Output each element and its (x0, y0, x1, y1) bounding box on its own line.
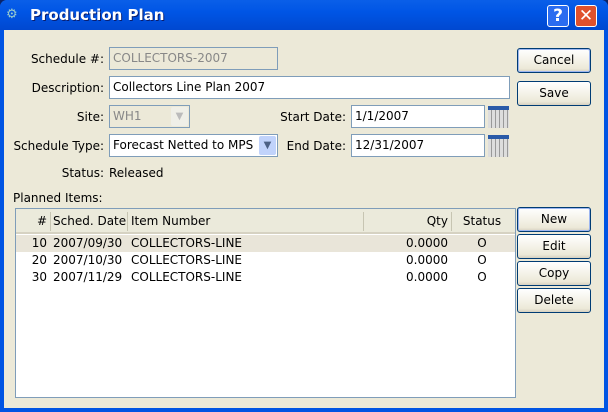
table-header: # Sched. Date Item Number Qty Status (16, 209, 515, 234)
cell-item: COLLECTORS-LINE (131, 270, 242, 284)
calendar-icon[interactable] (488, 106, 509, 128)
cell-qty: 0.0000 (406, 236, 448, 250)
cell-num: 10 (31, 236, 47, 250)
copy-button[interactable]: Copy (517, 261, 591, 286)
cell-num: 20 (31, 253, 47, 267)
site-combo[interactable]: WH1 ▼ (109, 105, 190, 128)
start-date-label: Start Date: (280, 110, 346, 124)
edit-button[interactable]: Edit (517, 234, 591, 259)
site-value: WH1 (113, 109, 142, 123)
site-label: Site: (76, 110, 104, 124)
cell-item: COLLECTORS-LINE (131, 236, 242, 250)
start-date-field[interactable]: 1/1/2007 (351, 105, 485, 128)
description-label: Description: (31, 81, 104, 95)
cell-date: 2007/11/29 (53, 270, 123, 284)
column-header-number[interactable]: # (16, 214, 47, 228)
cell-num: 30 (31, 270, 47, 284)
schedule-type-label: Schedule Type: (13, 139, 104, 153)
window: ⚙ Production Plan ? ✕ Schedule #: COLLEC… (0, 0, 608, 412)
cell-qty: 0.0000 (406, 270, 448, 284)
chevron-down-icon[interactable]: ▼ (171, 107, 188, 126)
dialog-body: Schedule #: COLLECTORS-2007 Description:… (4, 30, 604, 408)
help-button[interactable]: ? (547, 5, 569, 27)
calendar-icon[interactable] (488, 135, 509, 157)
cell-status: O (477, 270, 487, 284)
window-title: Production Plan (30, 6, 165, 24)
column-header-qty[interactable]: Qty (366, 214, 448, 228)
save-button[interactable]: Save (517, 81, 591, 106)
planned-items-label: Planned Items: (13, 191, 103, 205)
column-header-date[interactable]: Sched. Date (53, 214, 126, 228)
planned-items-table[interactable]: # Sched. Date Item Number Qty Status 10 2… (15, 208, 516, 398)
cell-qty: 0.0000 (406, 253, 448, 267)
new-button[interactable]: New (517, 207, 591, 232)
column-header-status[interactable]: Status (452, 214, 512, 228)
close-button[interactable]: ✕ (575, 5, 597, 27)
cancel-button[interactable]: Cancel (517, 48, 591, 73)
schedule-number-field[interactable]: COLLECTORS-2007 (109, 47, 278, 70)
end-date-field[interactable]: 12/31/2007 (351, 134, 485, 157)
end-date-label: End Date: (286, 139, 346, 153)
status-value: Released (109, 166, 164, 180)
table-row[interactable]: 30 2007/11/29 COLLECTORS-LINE 0.0000 O (16, 269, 515, 286)
schedule-label: Schedule #: (30, 52, 104, 66)
schedule-type-value: Forecast Netted to MPS (113, 138, 254, 152)
cell-date: 2007/10/30 (53, 253, 123, 267)
delete-button[interactable]: Delete (517, 288, 591, 313)
cell-status: O (477, 253, 487, 267)
status-label: Status: (61, 166, 104, 180)
cell-item: COLLECTORS-LINE (131, 253, 242, 267)
table-row[interactable]: 10 2007/09/30 COLLECTORS-LINE 0.0000 O (16, 235, 515, 252)
column-header-item[interactable]: Item Number (131, 214, 210, 228)
table-row[interactable]: 20 2007/10/30 COLLECTORS-LINE 0.0000 O (16, 252, 515, 269)
app-icon: ⚙ (6, 7, 18, 22)
description-field[interactable]: Collectors Line Plan 2007 (109, 76, 510, 99)
cell-status: O (477, 236, 487, 250)
title-bar[interactable]: ⚙ Production Plan ? ✕ (0, 0, 608, 30)
cell-date: 2007/09/30 (53, 236, 123, 250)
